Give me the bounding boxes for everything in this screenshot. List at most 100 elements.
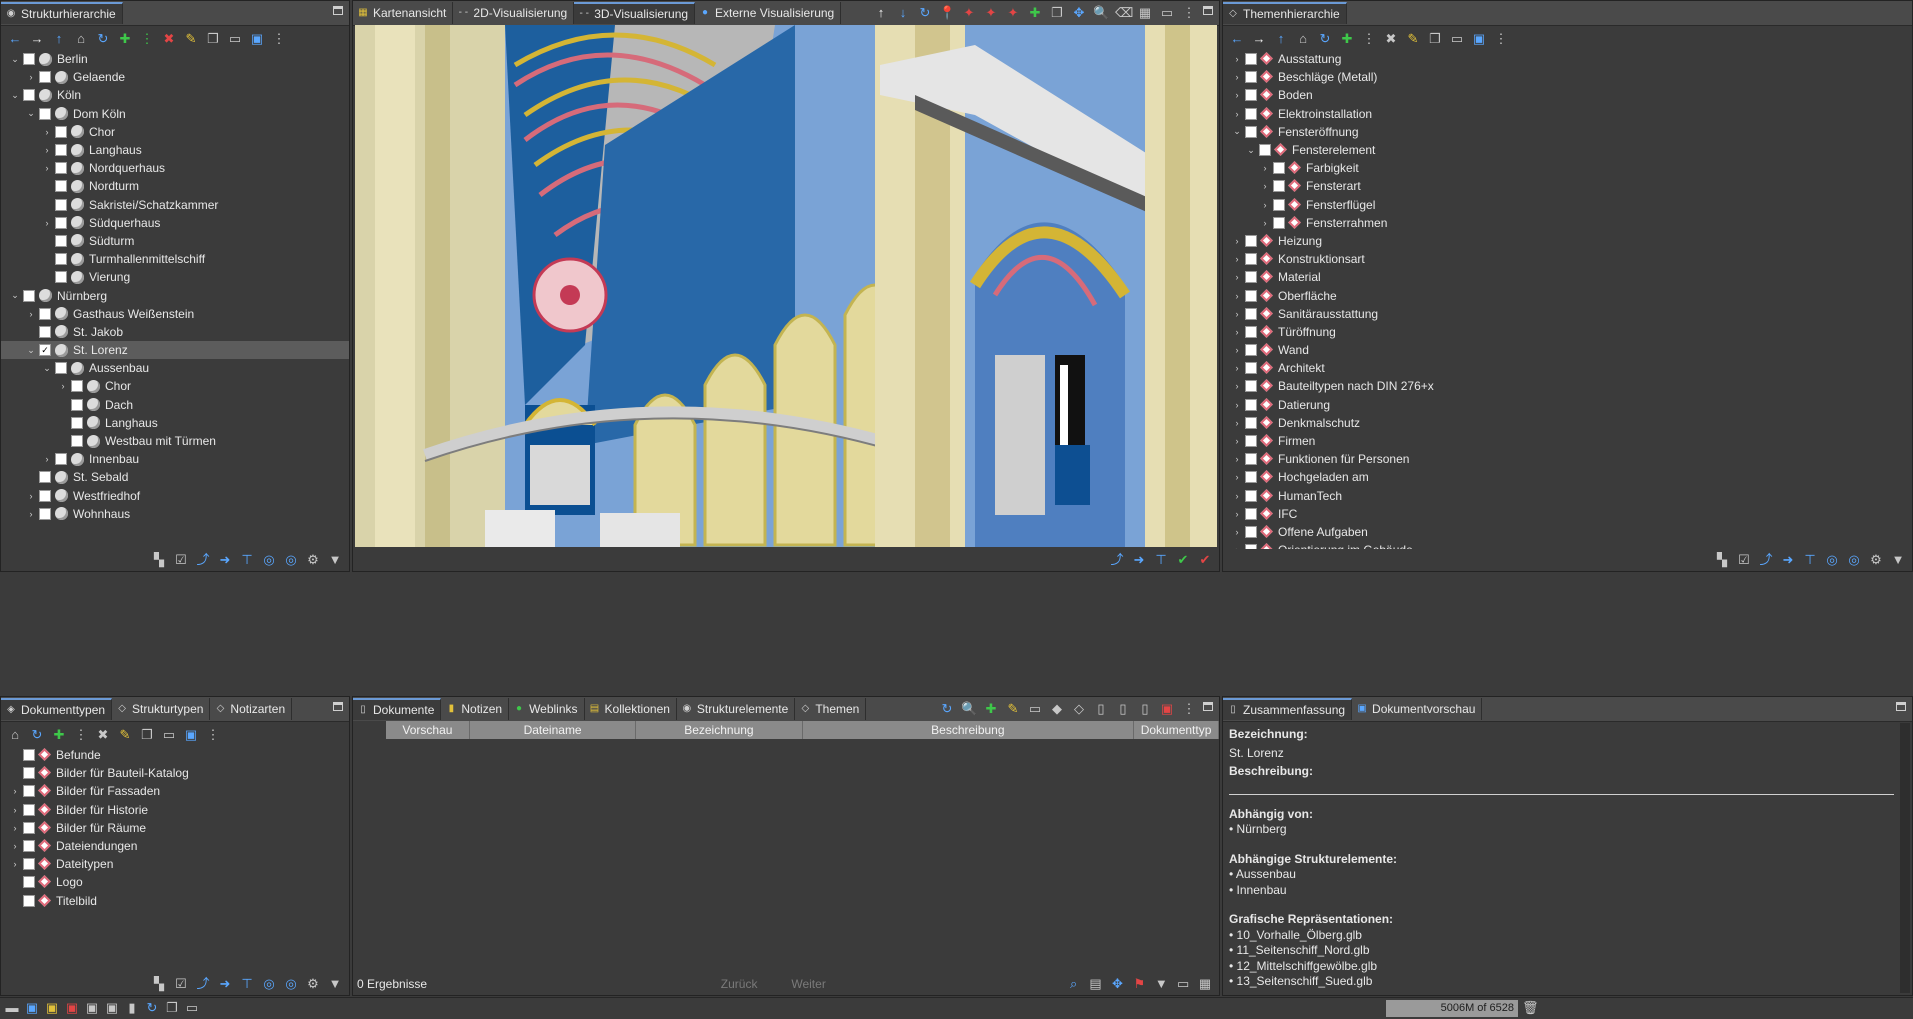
- home-icon[interactable]: ⌂: [1295, 31, 1311, 47]
- checkbox[interactable]: [39, 471, 51, 484]
- grid-view-icon[interactable]: ▦: [1197, 976, 1213, 992]
- checkbox[interactable]: [23, 894, 35, 907]
- checkbox[interactable]: [55, 180, 67, 193]
- forward-arrow-icon[interactable]: →: [1251, 31, 1267, 47]
- grid-icon[interactable]: ▦: [1137, 5, 1153, 21]
- tree-item[interactable]: ⌄ Nürnberg: [1, 286, 349, 304]
- checkbox[interactable]: [39, 107, 51, 120]
- chevron-right-icon[interactable]: ›: [41, 218, 53, 228]
- arrow-down-icon[interactable]: ↓: [895, 5, 911, 21]
- chevron-right-icon[interactable]: ›: [1231, 418, 1243, 428]
- doctype-item[interactable]: Titelbild: [1, 892, 349, 910]
- move-icon[interactable]: ✥: [1071, 5, 1087, 21]
- tree-item[interactable]: › Wohnhaus: [1, 505, 349, 523]
- search-icon[interactable]: 🔍: [961, 701, 977, 717]
- arrow-up-icon[interactable]: ↑: [873, 5, 889, 21]
- edit-icon[interactable]: ✎: [183, 31, 199, 47]
- home-icon[interactable]: ⌂: [7, 727, 23, 743]
- checkbox[interactable]: [1245, 489, 1257, 502]
- chevron-right-icon[interactable]: ›: [1231, 509, 1243, 519]
- checkbox[interactable]: [39, 507, 51, 520]
- checkbox[interactable]: [39, 71, 51, 84]
- theme-item[interactable]: › Fensterrahmen: [1223, 214, 1912, 232]
- view2-icon[interactable]: ◎: [283, 552, 299, 568]
- checkbox[interactable]: [1245, 344, 1257, 357]
- theme-item[interactable]: › Konstruktionsart: [1223, 250, 1912, 268]
- tree-item[interactable]: Nordturm: [1, 177, 349, 195]
- menu-icon[interactable]: ⋮: [205, 727, 221, 743]
- theme-item[interactable]: › Heizung: [1223, 232, 1912, 250]
- e-icon[interactable]: ▣: [44, 1000, 60, 1016]
- checkbox[interactable]: [1273, 198, 1285, 211]
- tree-item[interactable]: ⌄ ✓ St. Lorenz: [1, 341, 349, 360]
- chevron-down-icon[interactable]: ⌄: [1245, 145, 1257, 156]
- column-bezeichnung[interactable]: Bezeichnung: [636, 721, 803, 739]
- refresh-icon[interactable]: ↻: [95, 31, 111, 47]
- zoom-icon[interactable]: 🔍: [1093, 5, 1109, 21]
- chevron-right-icon[interactable]: ›: [1231, 109, 1243, 119]
- doctype-item[interactable]: › Bilder für Historie: [1, 801, 349, 819]
- checkbox[interactable]: [55, 453, 67, 466]
- theme-item[interactable]: › Wand: [1223, 341, 1912, 359]
- checkbox[interactable]: [1245, 525, 1257, 538]
- next-button[interactable]: Weiter: [791, 977, 1059, 991]
- edit-icon[interactable]: ✎: [1405, 31, 1421, 47]
- edit-icon[interactable]: ✎: [117, 727, 133, 743]
- view-icon[interactable]: ◎: [261, 552, 277, 568]
- chevron-right-icon[interactable]: ›: [25, 491, 37, 501]
- chevron-right-icon[interactable]: ›: [1259, 163, 1271, 173]
- checkbox[interactable]: [55, 234, 67, 247]
- tree-item[interactable]: Dach: [1, 396, 349, 414]
- doctype-item[interactable]: › Dateitypen: [1, 855, 349, 873]
- refresh-icon[interactable]: ↻: [1317, 31, 1333, 47]
- tree-item[interactable]: Vierung: [1, 268, 349, 286]
- chevron-down-icon[interactable]: ⌄: [1231, 126, 1243, 137]
- checkbox[interactable]: [55, 144, 67, 157]
- refresh-icon[interactable]: ↻: [29, 727, 45, 743]
- up-arrow-icon[interactable]: ↑: [1273, 31, 1289, 47]
- checkbox[interactable]: [1245, 507, 1257, 520]
- checkbox[interactable]: [1273, 180, 1285, 193]
- back-arrow-icon[interactable]: ←: [7, 31, 23, 47]
- collapse-icon[interactable]: ▣: [1471, 31, 1487, 47]
- tree-item[interactable]: St. Jakob: [1, 323, 349, 341]
- maximize-icon[interactable]: [1203, 702, 1213, 711]
- copy-icon[interactable]: ❐: [205, 31, 221, 47]
- chevron-right-icon[interactable]: ›: [1231, 254, 1243, 264]
- tab-notizarten[interactable]: ◇ Notizarten: [210, 698, 293, 720]
- tree-item[interactable]: › Westfriedhof: [1, 487, 349, 505]
- tree-item[interactable]: ⌄ Berlin: [1, 50, 349, 68]
- theme-item[interactable]: › HumanTech: [1223, 487, 1912, 505]
- menu-icon[interactable]: ⋮: [1181, 5, 1197, 21]
- theme-item[interactable]: › Material: [1223, 268, 1912, 286]
- file2-icon[interactable]: ▯: [1115, 701, 1131, 717]
- theme-item[interactable]: › Funktionen für Personen: [1223, 450, 1912, 468]
- checkbox[interactable]: [23, 785, 35, 798]
- chevron-right-icon[interactable]: ›: [41, 145, 53, 155]
- check-icon[interactable]: ☑: [173, 976, 189, 992]
- sync-icon[interactable]: ↻: [917, 5, 933, 21]
- chevron-right-icon[interactable]: ›: [1231, 236, 1243, 246]
- theme-item[interactable]: › Ausstattung: [1223, 50, 1912, 68]
- check-icon[interactable]: ☑: [1736, 552, 1752, 568]
- chevron-right-icon[interactable]: ›: [1231, 72, 1243, 82]
- checkbox[interactable]: [55, 362, 67, 375]
- check-icon[interactable]: ☑: [173, 552, 189, 568]
- checkbox[interactable]: [23, 858, 35, 871]
- chevron-right-icon[interactable]: ›: [9, 823, 21, 833]
- file-icon[interactable]: ▯: [1093, 701, 1109, 717]
- theme-item[interactable]: › IFC: [1223, 505, 1912, 523]
- move-icon[interactable]: ⋮: [73, 727, 89, 743]
- chevron-right-icon[interactable]: ›: [1259, 200, 1271, 210]
- chevron-down-icon[interactable]: ⌄: [9, 290, 21, 301]
- flag-icon[interactable]: ⚑: [1131, 976, 1147, 992]
- tab-themen[interactable]: ◇ Themen: [795, 698, 867, 720]
- chevron-right-icon[interactable]: ›: [1231, 436, 1243, 446]
- checkbox[interactable]: [1245, 362, 1257, 375]
- checkbox[interactable]: [1245, 234, 1257, 247]
- layout-icon[interactable]: ▚: [151, 552, 167, 568]
- checkbox[interactable]: [55, 125, 67, 138]
- theme-item[interactable]: › Boden: [1223, 86, 1912, 104]
- tree-item[interactable]: ⌄ Köln: [1, 86, 349, 104]
- view2-icon[interactable]: ◎: [1846, 552, 1862, 568]
